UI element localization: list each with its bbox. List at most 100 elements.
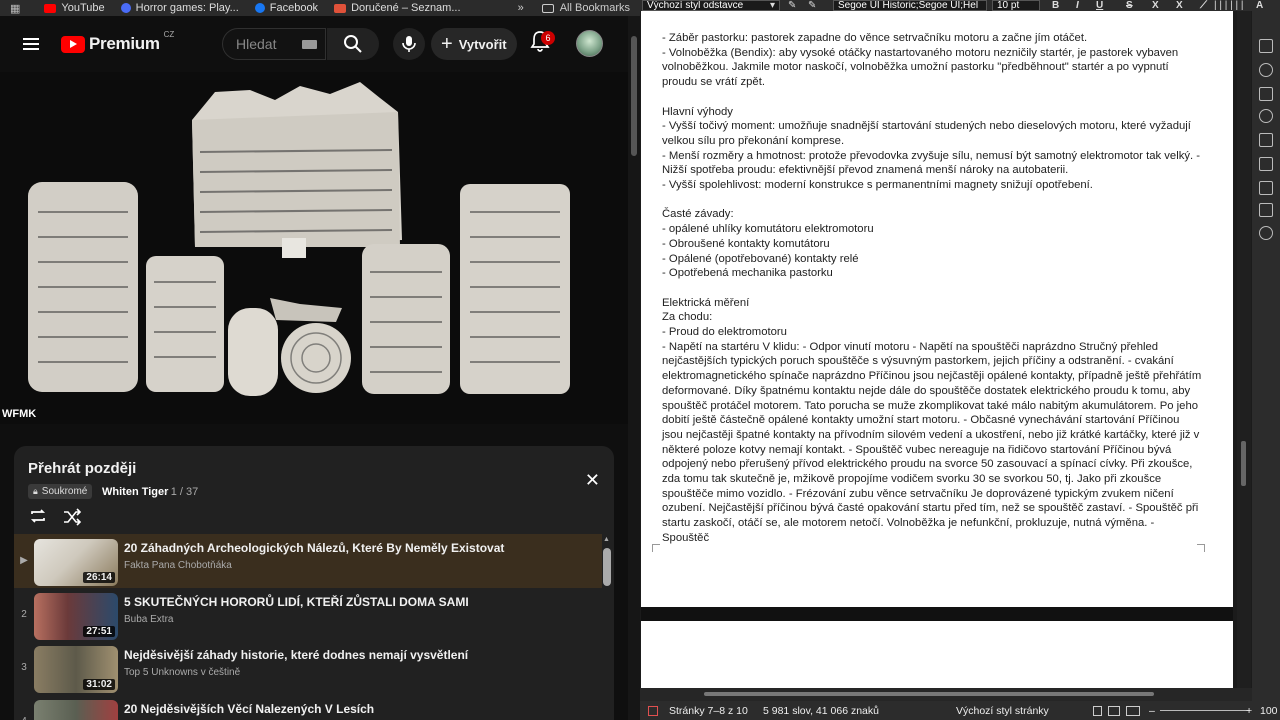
save-state-icon[interactable] [648, 706, 658, 716]
search-button[interactable] [327, 28, 379, 60]
italic-icon[interactable]: I [1076, 0, 1079, 11]
video-thumbnail[interactable]: 26:14 [34, 539, 118, 586]
zoom-slider[interactable] [1160, 710, 1250, 711]
styles-icon[interactable] [1259, 63, 1273, 77]
video-title[interactable]: Nejděsivější záhady historie, které dodn… [124, 648, 468, 662]
playlist-item[interactable]: 2 27:51 5 SKUTEČNÝCH HORORŮ LIDÍ, KTEŘÍ … [14, 588, 602, 642]
video-title[interactable]: 5 SKUTEČNÝCH HORORŮ LIDÍ, KTEŘÍ ZŮSTALI … [124, 595, 469, 609]
video-thumbnail[interactable]: 27:51 [34, 592, 118, 640]
page-scrollbar-thumb[interactable] [631, 36, 637, 156]
search-input[interactable]: Hledat [222, 28, 326, 60]
document-body[interactable]: - Záběr pastorku: pastorek zapadne do vě… [662, 31, 1202, 546]
keyboard-icon[interactable] [302, 40, 317, 49]
shuffle-icon[interactable] [62, 507, 82, 527]
document-scrollbar-thumb[interactable] [1241, 441, 1246, 486]
playlist-item[interactable]: 4 20 Nejděsivějších Věcí Nalezených V Le… [14, 695, 602, 720]
horizontal-scrollbar[interactable] [640, 688, 1252, 701]
now-playing-icon: ▶ [20, 555, 28, 566]
account-avatar[interactable] [576, 30, 603, 57]
update-style-icon[interactable]: ✎ [788, 0, 796, 11]
seznam-favicon-icon [334, 3, 347, 13]
writer-formatting-toolbar: Výchozí styl odstavce ▾ ✎ ✎ Segoe UI His… [640, 0, 1280, 11]
video-title[interactable]: 20 Nejděsivějších Věcí Nalezených V Lesí… [124, 702, 374, 716]
manage-changes-icon[interactable] [1259, 181, 1273, 195]
privacy-badge: 🔒︎ Soukromé [28, 484, 93, 499]
zoom-out-icon[interactable]: – [1149, 705, 1155, 717]
word-count[interactable]: 5 981 slov, 41 066 znaků [763, 705, 879, 717]
scroll-up-icon[interactable]: ▲ [603, 536, 610, 543]
playlist-item[interactable]: ▶ 26:14 20 Záhadných Archeologických Nál… [14, 534, 602, 588]
bookmarks-bar: ▦ YouTube Horror games: Play... Facebook… [0, 0, 640, 16]
font-color-icon[interactable]: A [1256, 0, 1263, 11]
ruler-icon[interactable]: | | | | | | [1214, 0, 1243, 11]
bookmark-seznam[interactable]: Doručené – Seznam... [334, 3, 461, 14]
playlist-owner[interactable]: Whiten Tiger [102, 486, 168, 498]
playlist-panel: Přehrát později ✕ 🔒︎ Soukromé Whiten Tig… [14, 446, 614, 720]
navigator-icon[interactable] [1259, 109, 1273, 123]
document-scrollbar[interactable] [1237, 11, 1251, 688]
playlist-position: - 1 / 37 [164, 486, 199, 498]
doc-paragraph: Časté závady: - opálené uhlíky komutátor… [662, 208, 874, 280]
close-icon[interactable]: ✕ [585, 470, 600, 491]
horizontal-scrollbar-thumb[interactable] [704, 692, 1154, 696]
video-frame-image [0, 72, 628, 424]
page-scrollbar[interactable] [628, 16, 640, 720]
playlist-scrollbar[interactable]: ▲ [603, 536, 611, 706]
bookmark-facebook[interactable]: Facebook [254, 3, 318, 14]
new-style-icon[interactable]: ✎ [808, 0, 816, 11]
style-inspector-icon[interactable] [1259, 157, 1273, 171]
menu-icon[interactable] [23, 38, 39, 50]
font-name-select[interactable]: Segoe UI Historic;Segoe UI;Hel [833, 0, 987, 11]
video-player[interactable] [0, 72, 628, 424]
globe-favicon-icon [120, 3, 131, 13]
book-view-icon[interactable] [1126, 706, 1140, 716]
design-icon[interactable] [1259, 203, 1273, 217]
apps-grid-icon[interactable]: ▦ [10, 2, 20, 15]
page-style[interactable]: Výchozí styl stránky [956, 705, 1049, 717]
item-index: 4 [14, 716, 34, 720]
page-corner-mark [652, 544, 660, 552]
single-page-view-icon[interactable] [1093, 706, 1102, 716]
playlist-scrollbar-thumb[interactable] [603, 548, 611, 586]
video-thumbnail[interactable]: 31:02 [34, 646, 118, 693]
page-icon[interactable] [1259, 133, 1273, 147]
bold-icon[interactable]: B [1052, 0, 1059, 11]
all-bookmarks-button[interactable]: All Bookmarks [541, 2, 630, 14]
page-count[interactable]: Stránky 7–8 z 10 [669, 705, 748, 717]
clear-formatting-icon[interactable]: ⟋ [1200, 0, 1207, 11]
search-icon [344, 35, 362, 53]
voice-search-button[interactable] [393, 28, 425, 60]
channel-name[interactable]: Fakta Pana Chobotňáka [124, 560, 504, 571]
subscript-icon[interactable]: X [1176, 0, 1183, 11]
video-thumbnail[interactable] [34, 699, 118, 720]
superscript-icon[interactable]: X [1152, 0, 1159, 11]
doc-paragraph: Hlavní výhody - Vyšší točivý moment: umo… [662, 105, 1201, 192]
zoom-in-icon[interactable]: + [1246, 705, 1252, 717]
channel-name[interactable]: Buba Extra [124, 614, 469, 625]
properties-icon[interactable] [1259, 39, 1273, 53]
gallery-icon[interactable] [1259, 87, 1273, 101]
font-size-select[interactable]: 10 pt [992, 0, 1040, 11]
multi-page-view-icon[interactable] [1108, 706, 1120, 716]
style-dropdown-icon[interactable]: ▾ [770, 0, 775, 11]
more-bookmarks-button[interactable]: » [518, 2, 524, 14]
video-duration: 31:02 [83, 679, 115, 690]
paragraph-style-select[interactable]: Výchozí styl odstavce [642, 0, 780, 11]
youtube-premium-logo[interactable]: Premium CZ [61, 30, 174, 54]
youtube-play-icon [61, 35, 85, 53]
find-replace-icon[interactable] [1259, 226, 1273, 240]
loop-icon[interactable] [28, 506, 48, 526]
underline-icon[interactable]: U [1096, 0, 1103, 11]
video-title[interactable]: 20 Záhadných Archeologických Nálezů, Kte… [124, 541, 504, 555]
video-meta: 20 Nejděsivějších Věcí Nalezených V Lesí… [124, 700, 374, 716]
channel-name[interactable]: Top 5 Unknowns v češtině [124, 667, 468, 678]
writer-sidebar [1252, 11, 1280, 701]
bookmark-horror-games[interactable]: Horror games: Play... [120, 3, 239, 14]
zoom-level[interactable]: 100 % [1260, 705, 1280, 717]
create-button[interactable]: + Vytvořit [431, 28, 517, 60]
playlist-item[interactable]: 3 31:02 Nejděsivější záhady historie, kt… [14, 641, 602, 695]
playlist-items: ▶ 26:14 20 Záhadných Archeologických Nál… [14, 534, 602, 720]
strikethrough-icon[interactable]: S [1126, 0, 1133, 11]
bookmark-youtube[interactable]: YouTube [44, 3, 105, 14]
video-duration: 26:14 [83, 572, 115, 583]
